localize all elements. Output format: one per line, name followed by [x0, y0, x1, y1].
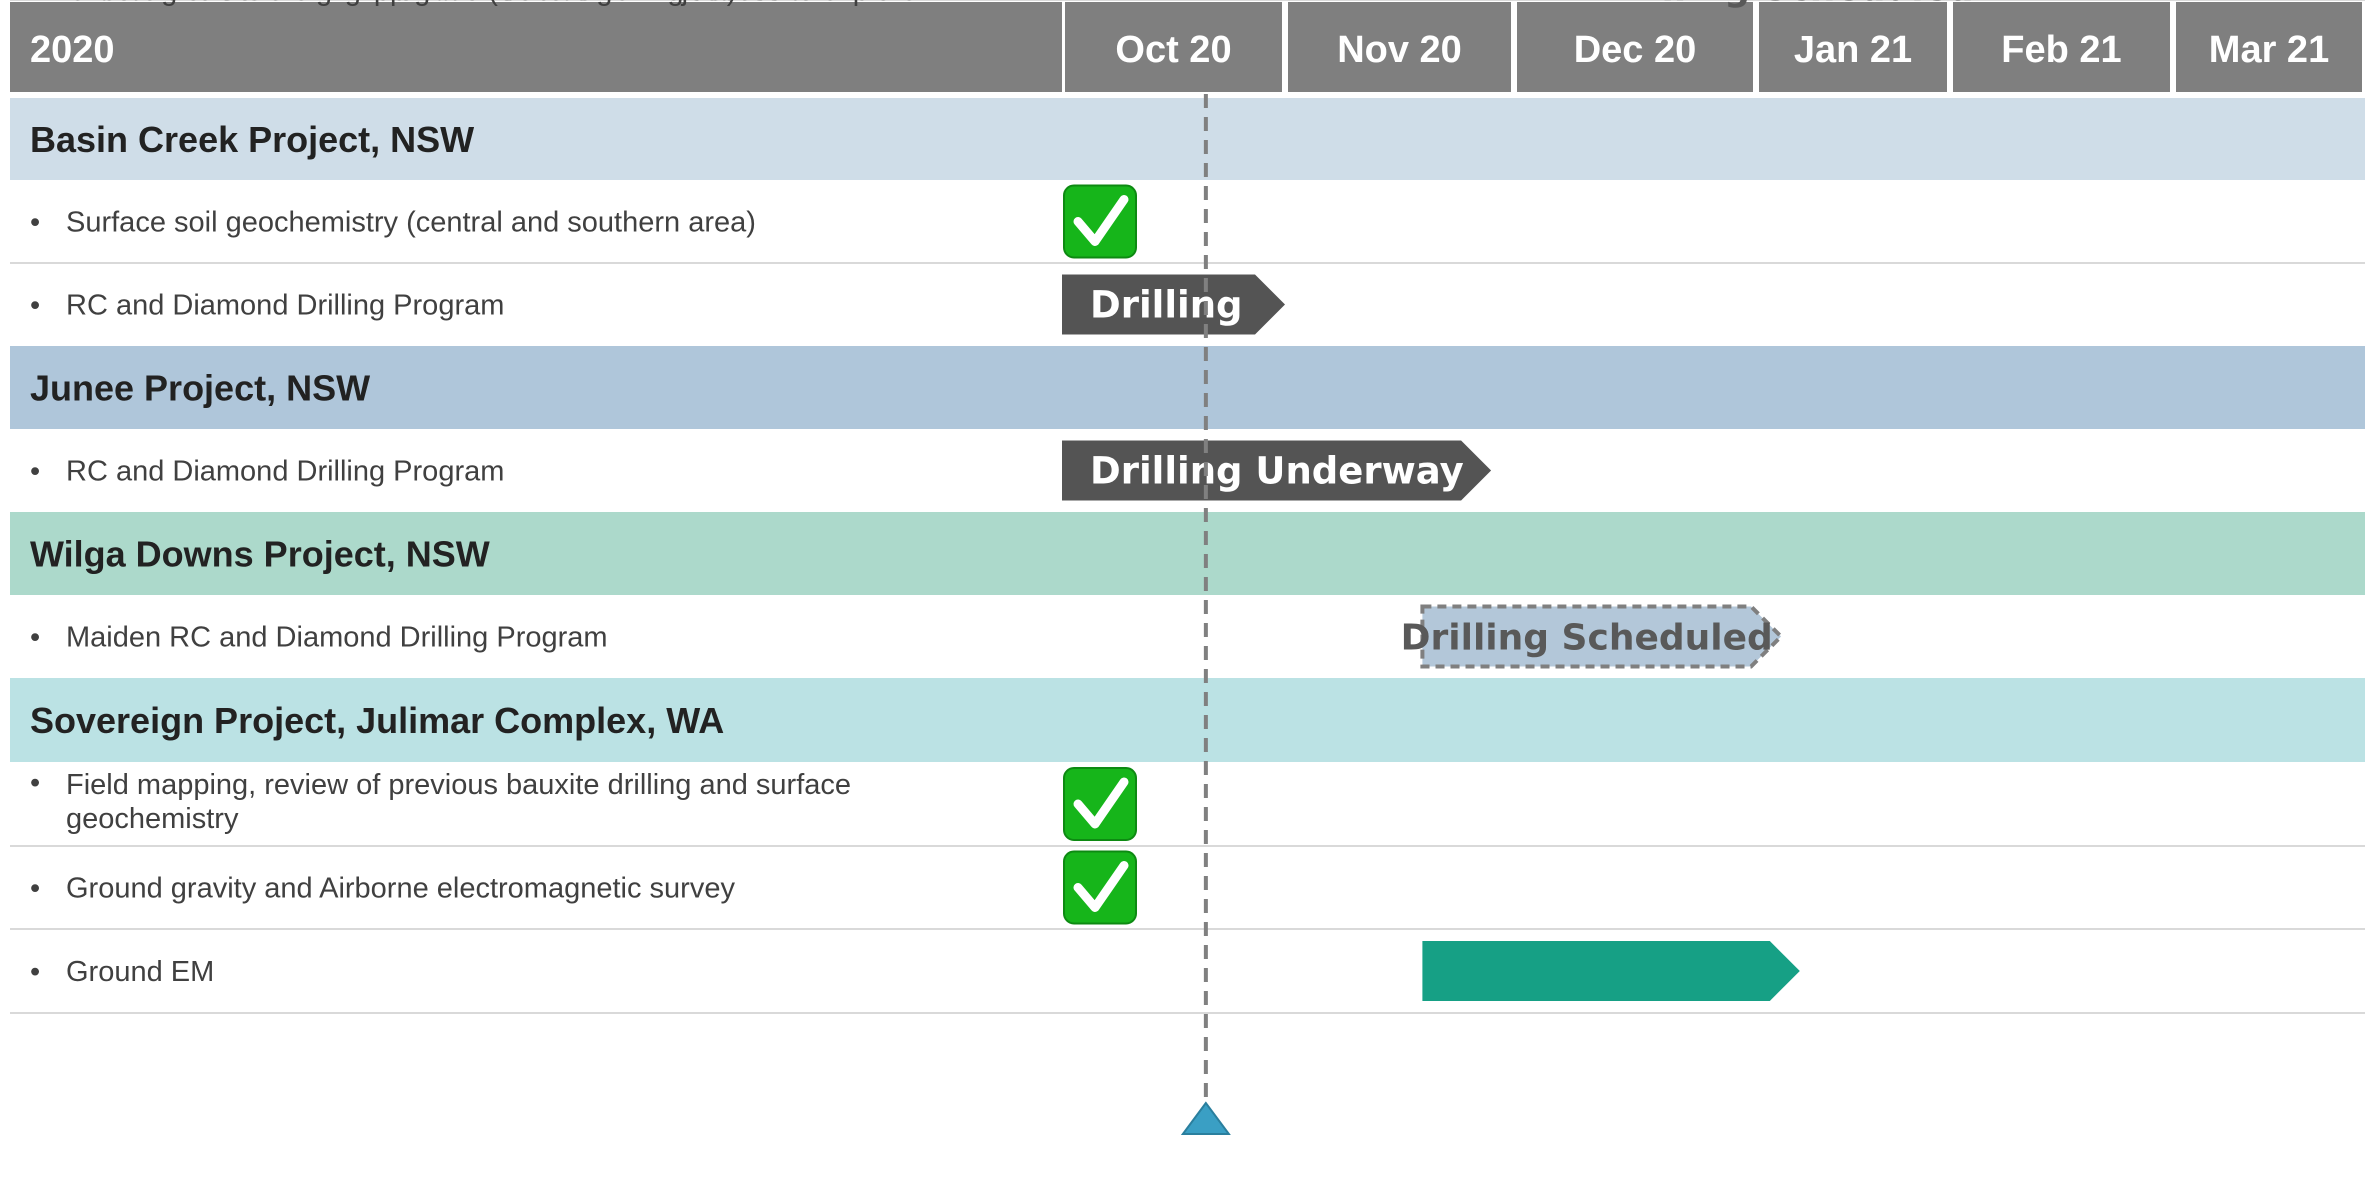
- task-label: Surface soil geochemistry (central and s…: [66, 207, 756, 239]
- bullet-glyph: •: [30, 767, 40, 799]
- bullet-glyph: •: [30, 0, 40, 7]
- task-label: Maiden RC and Diamond Drilling Program: [66, 622, 608, 654]
- section-title: Basin Creek Project, NSW: [30, 119, 474, 160]
- task-label: Ground EM: [66, 956, 214, 988]
- complete-check-icon: [1063, 850, 1137, 925]
- today-marker: [1180, 94, 1231, 1135]
- today-triangle-icon: [1180, 1101, 1231, 1135]
- task-label: Aircore and RC Drilling Program (Soverei…: [66, 0, 736, 7]
- timeline-header: 2020 Oct 20 Nov 20 Dec 20 Jan 21 Feb 21 Mar 21: [10, 2, 2362, 92]
- section-row: Junee Project, NSW: [10, 346, 2365, 429]
- header-month-label: Dec 20: [1574, 29, 1697, 71]
- task-bar-label: Drilling Underway: [1090, 450, 1464, 493]
- section-title: Junee Project, NSW: [30, 368, 370, 409]
- section-row: Wilga Downs Project, NSW: [10, 512, 2365, 595]
- complete-check-icon: [1063, 767, 1137, 841]
- section-title: Sovereign Project, Julimar Complex, WA: [30, 700, 724, 741]
- task-label: Field mapping, review of previous bauxit…: [66, 769, 851, 801]
- header-month-label: Jan 21: [1794, 29, 1912, 71]
- task-row: • Surface soil geochemistry (central and …: [10, 184, 2365, 264]
- task-bar-label: Drilling Scheduled: [1401, 618, 1773, 659]
- task-row: • RC and Diamond Drilling Program Drilling: [30, 274, 1285, 335]
- complete-check-icon: [1063, 184, 1137, 259]
- section-title: Wilga Downs Project, NSW: [30, 534, 490, 575]
- header-month-label: Nov 20: [1337, 29, 1462, 71]
- bullet-glyph: •: [30, 207, 40, 239]
- task-row: • Maiden RC and Diamond Drilling Program D…: [30, 604, 1784, 669]
- task-label-continued: geochemistry: [66, 803, 239, 835]
- task-bar-ground-em: [1422, 941, 1800, 1001]
- bullet-glyph: •: [30, 456, 40, 488]
- task-label: RC and Diamond Drilling Program: [66, 290, 504, 322]
- project-gantt-chart: 2020 Oct 20 Nov 20 Dec 20 Jan 21 Feb 21 Mar 21…: [10, 0, 2365, 1135]
- section-row: Basin Creek Project, NSW: [10, 98, 2365, 180]
- task-label: RC and Diamond Drilling Program: [66, 456, 504, 488]
- bullet-glyph: •: [30, 290, 40, 322]
- gantt-rows: Basin Creek Project, NSW • Surface soil ge…: [10, 0, 2365, 1014]
- bullet-glyph: •: [30, 622, 40, 654]
- header-month-label: Oct 20: [1115, 29, 1231, 71]
- bullet-glyph: •: [30, 956, 40, 988]
- task-bar-label: Drilling: [1090, 284, 1243, 327]
- section-row: Sovereign Project, Julimar Complex, WA: [10, 678, 2365, 762]
- bullet-glyph: •: [30, 873, 40, 905]
- task-row: • Ground gravity and Airborne electromagn…: [10, 850, 2365, 930]
- task-label: Ground gravity and Airborne electromagne…: [66, 873, 735, 905]
- header-year-label: 2020: [30, 29, 115, 71]
- header-month-label: Feb 21: [2001, 29, 2121, 71]
- task-row: • Field mapping, review of previous bauxi…: [10, 767, 2365, 847]
- task-row: • RC and Diamond Drilling Program Drilling…: [30, 440, 1492, 501]
- task-row: • Ground EM: [10, 941, 2365, 1014]
- header-month-label: Mar 21: [2209, 29, 2329, 71]
- header-year-cell: [10, 2, 1062, 92]
- task-bar-label: Drilling Scheduled: [1602, 0, 1974, 9]
